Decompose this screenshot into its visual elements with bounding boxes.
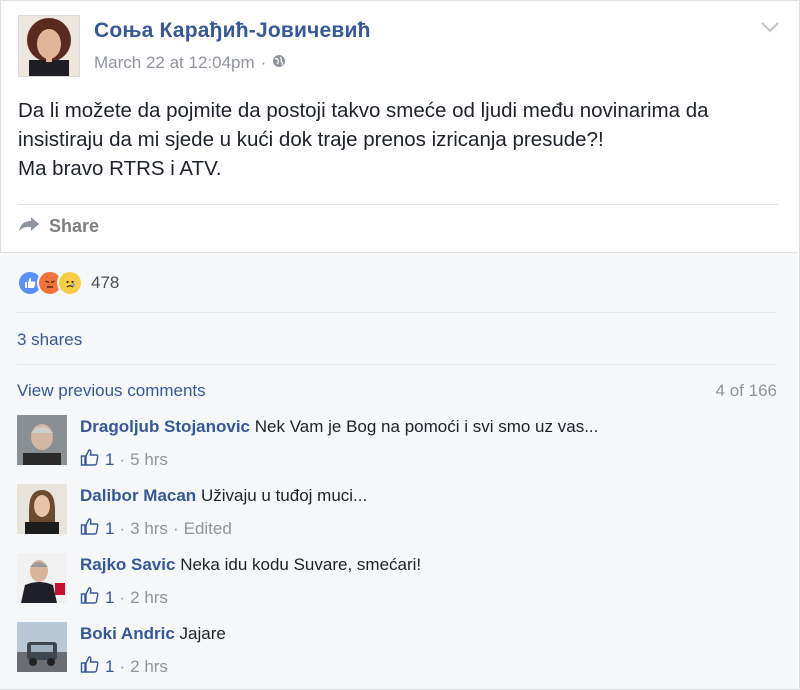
post-line: insistiraju da mi sjede u kući dok traje… [18, 128, 604, 151]
comment-meta: 1 · 2 hrs [80, 655, 168, 678]
like-count: 1 [105, 449, 115, 469]
comment-text-line: Boki Andric Jajare [80, 624, 226, 644]
comment-time[interactable]: 5 hrs [130, 450, 168, 470]
shares-link[interactable]: 3 shares [17, 330, 82, 350]
author-avatar[interactable] [18, 15, 80, 77]
commenter-name[interactable]: Dalibor Macan [80, 486, 196, 505]
chevron-down-icon[interactable] [759, 19, 781, 35]
share-button[interactable]: Share [18, 215, 99, 238]
comment-time[interactable]: 2 hrs [130, 588, 168, 608]
comment-item: Boki Andric Jajare 1 · 2 hrs [17, 622, 787, 682]
divider [17, 364, 777, 365]
divider [18, 204, 778, 205]
like-count: 1 [105, 656, 115, 676]
commenter-avatar[interactable] [17, 415, 67, 465]
like-count: 1 [105, 518, 115, 538]
post-author[interactable]: Соња Карађић-Јовичевић [94, 19, 371, 43]
thumbs-up-icon[interactable] [80, 517, 100, 540]
commenter-avatar[interactable] [17, 484, 67, 534]
comment-text: Uživaju u tuđoj muci... [200, 486, 368, 505]
comment-text: Nek Vam je Bog na pomoći i svi smo uz va… [254, 417, 599, 436]
divider [17, 312, 777, 313]
view-previous-comments[interactable]: View previous comments [17, 381, 206, 401]
commenter-avatar[interactable] [17, 622, 67, 672]
comment-item: Dragoljub Stojanovic Nek Vam je Bog na p… [17, 415, 787, 475]
edited-label[interactable]: Edited [184, 519, 232, 539]
comment-time[interactable]: 3 hrs [130, 519, 168, 539]
commenter-name[interactable]: Dragoljub Stojanovic [80, 417, 250, 436]
post-meta: March 22 at 12:04pm · [94, 53, 286, 73]
thumbs-up-icon[interactable] [80, 586, 100, 609]
commenter-avatar[interactable] [17, 553, 67, 603]
commenter-name[interactable]: Boki Andric [80, 624, 175, 643]
comment-meta: 1 · 2 hrs [80, 586, 168, 609]
sad-reaction-icon [57, 270, 83, 296]
globe-icon [272, 53, 286, 73]
comment-meta: 1 · 5 hrs [80, 448, 168, 471]
comment-text: Jajare [179, 624, 226, 643]
post-timestamp[interactable]: March 22 at 12:04pm [94, 53, 255, 73]
share-arrow-icon [18, 215, 40, 238]
post-body: Da li možete da pojmite da postoji takvo… [18, 96, 788, 183]
comment-text-line: Dalibor Macan Uživaju u tuđoj muci... [80, 486, 367, 506]
reaction-count: 478 [91, 273, 120, 292]
thumbs-up-icon[interactable] [80, 448, 100, 471]
comment-meta: 1 · 3 hrs · Edited [80, 517, 232, 540]
thumbs-up-icon[interactable] [80, 655, 100, 678]
like-count: 1 [105, 587, 115, 607]
comment-count: 4 of 166 [715, 381, 777, 400]
comment-text-line: Rajko Savic Neka idu kodu Suvare, smećar… [80, 555, 421, 575]
share-label: Share [49, 216, 100, 236]
commenter-name[interactable]: Rajko Savic [80, 555, 175, 574]
post-line: Ma bravo RTRS i ATV. [18, 157, 222, 180]
comment-item: Dalibor Macan Uživaju u tuđoj muci... 1 … [17, 484, 787, 544]
reactions-summary[interactable]: 478 [17, 270, 119, 296]
comment-text: Neka idu kodu Suvare, smećari! [180, 555, 422, 574]
comment-time[interactable]: 2 hrs [130, 657, 168, 677]
post-line: Da li možete da pojmite da postoji takvo… [18, 99, 709, 122]
comment-item: Rajko Savic Neka idu kodu Suvare, smećar… [17, 553, 787, 613]
comment-text-line: Dragoljub Stojanovic Nek Vam je Bog na p… [80, 417, 598, 437]
meta-separator: · [260, 53, 267, 72]
